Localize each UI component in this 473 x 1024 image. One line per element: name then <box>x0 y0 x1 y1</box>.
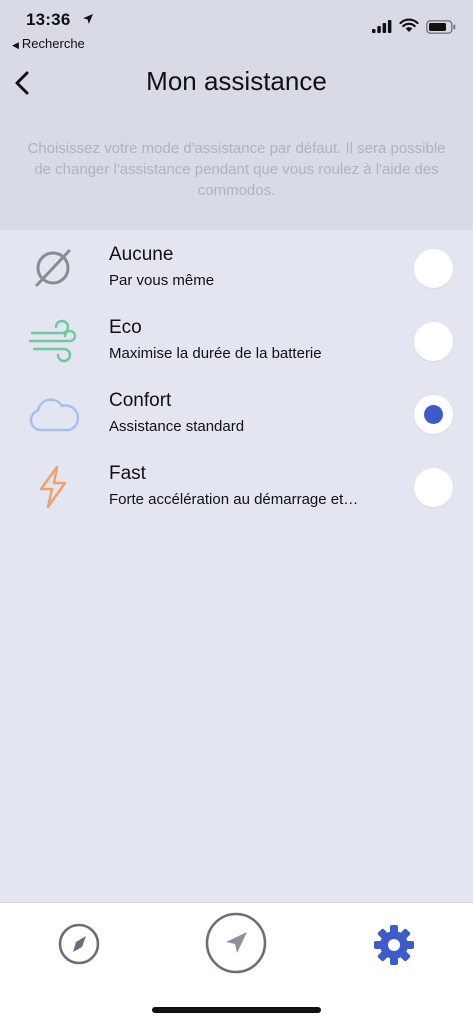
option-title: Aucune <box>109 244 174 265</box>
page-header: Mon assistance Choisissez votre mode d'a… <box>0 56 473 230</box>
option-subtitle: Forte accélération au démarrage et… <box>109 491 359 508</box>
gear-icon[interactable] <box>371 922 417 968</box>
radio-aucune[interactable] <box>414 249 453 288</box>
option-eco[interactable]: Eco Maximise la durée de la batterie <box>0 303 473 376</box>
status-bar: 13:36 ◀ Recherche <box>0 0 473 56</box>
status-time: 13:36 <box>26 10 71 29</box>
option-subtitle: Par vous même <box>109 272 215 289</box>
back-to-app-link[interactable]: ◀ Recherche <box>12 36 85 51</box>
option-subtitle: Maximise la durée de la batterie <box>109 345 322 362</box>
assistance-options-list: Aucune Par vous même Eco Maximise la dur… <box>0 230 473 522</box>
page-title: Mon assistance <box>146 66 327 96</box>
option-subtitle: Assistance standard <box>109 418 245 435</box>
option-aucune[interactable]: Aucune Par vous même <box>0 230 473 303</box>
back-app-label: Recherche <box>21 36 85 51</box>
radio-fast[interactable] <box>414 468 453 507</box>
option-confort[interactable]: Confort Assistance standard <box>0 376 473 449</box>
compass-icon[interactable] <box>57 922 101 966</box>
bottom-tab-bar <box>0 902 473 1024</box>
cloud-icon <box>29 398 80 432</box>
option-title: Confort <box>109 390 172 411</box>
back-triangle-icon: ◀ <box>12 40 19 50</box>
none-slash-icon <box>35 249 71 287</box>
home-indicator <box>152 1007 321 1013</box>
location-arrow-icon <box>83 14 93 24</box>
option-title: Eco <box>109 317 142 338</box>
intro-text: Choisissez votre mode d'assistance par d… <box>27 140 446 199</box>
navigation-arrow-icon[interactable] <box>205 912 267 974</box>
wind-icon <box>28 319 77 363</box>
wifi-icon <box>399 18 419 32</box>
cellular-signal-icon <box>372 20 392 33</box>
battery-icon <box>426 20 456 34</box>
radio-selected-dot <box>424 405 443 424</box>
lightning-icon <box>39 465 67 509</box>
option-title: Fast <box>109 463 146 484</box>
radio-confort[interactable] <box>414 395 453 434</box>
radio-eco[interactable] <box>414 322 453 361</box>
option-fast[interactable]: Fast Forte accélération au démarrage et… <box>0 449 473 522</box>
